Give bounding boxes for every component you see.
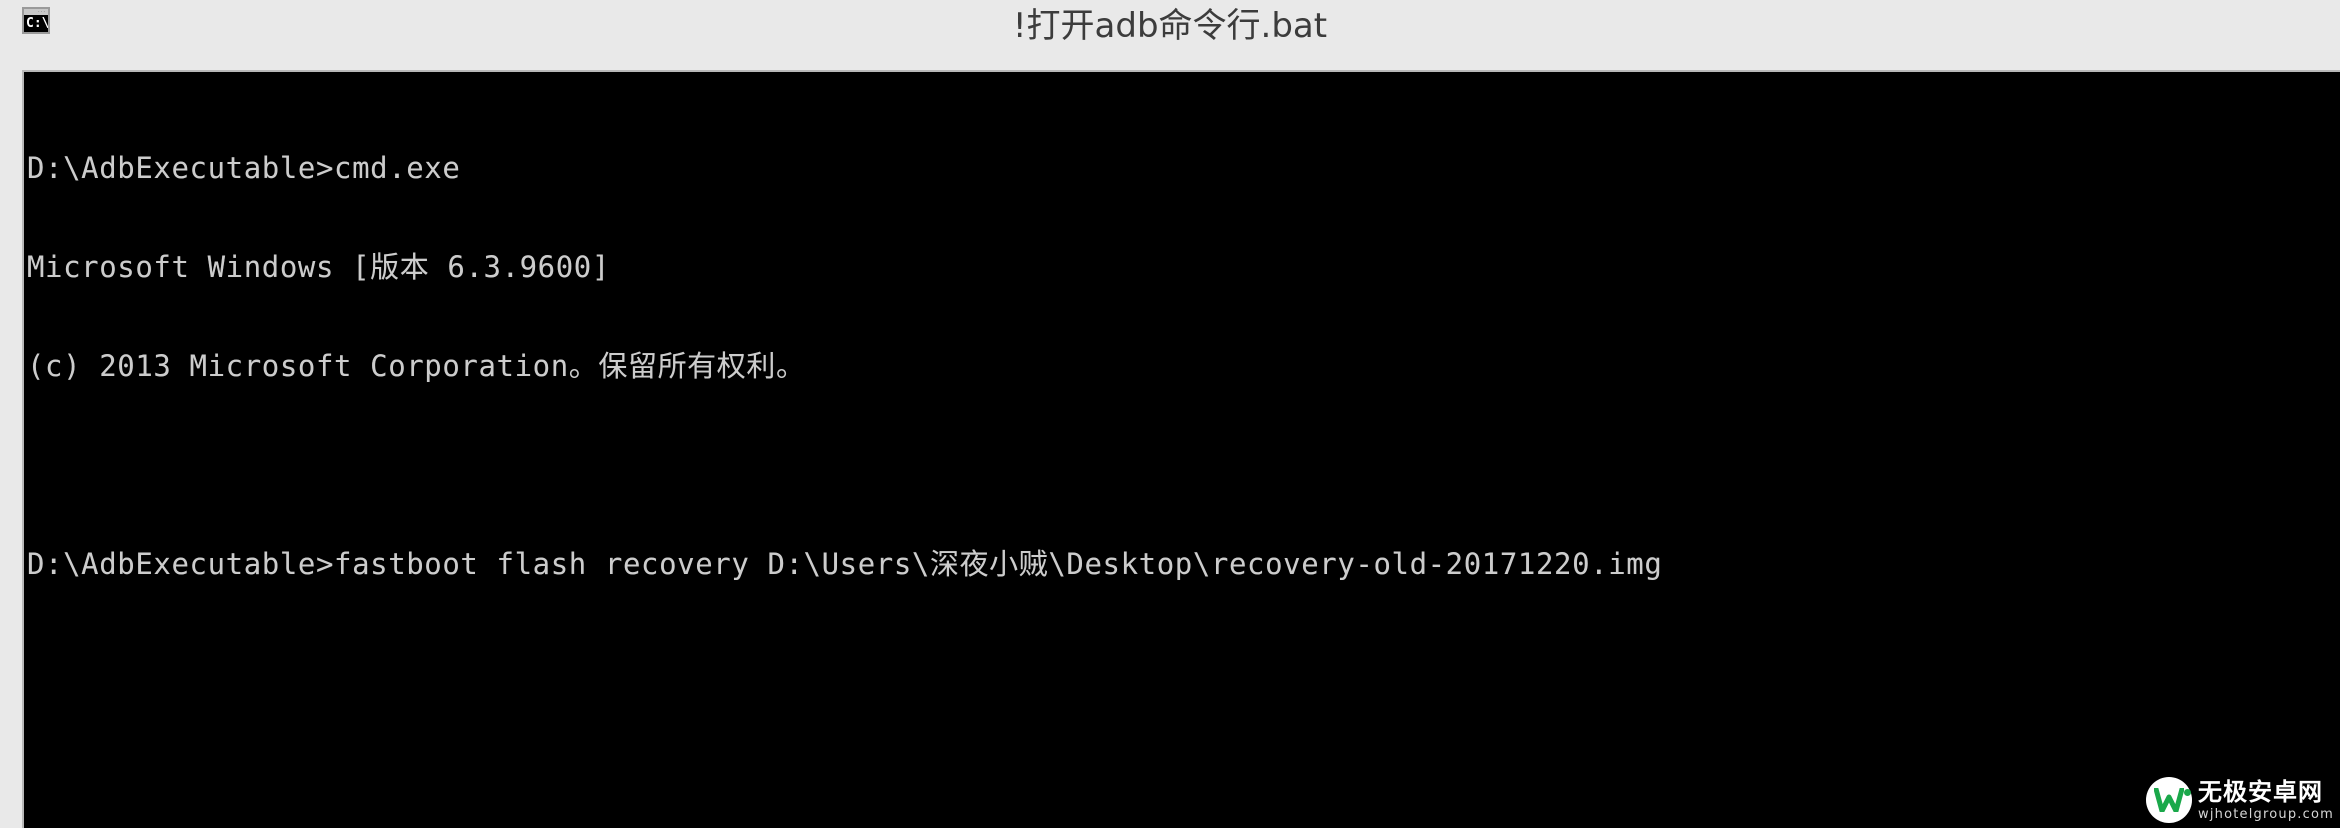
terminal-line: (c) 2013 Microsoft Corporation。保留所有权利。 — [27, 349, 806, 383]
watermark-logo-icon — [2146, 777, 2192, 823]
w-letter-icon — [2154, 788, 2184, 812]
terminal-line: D:\AdbExecutable>cmd.exe — [27, 151, 461, 185]
watermark-brand-name: 无极安卓网 — [2198, 777, 2323, 806]
terminal-line: Microsoft Windows [版本 6.3.9600] — [27, 250, 610, 284]
command-prompt-window: ··· C:\. !打开adb命令行.bat D:\AdbExecutable>… — [0, 0, 2340, 828]
window-title-bar[interactable]: ··· C:\. !打开adb命令行.bat — [0, 0, 2340, 72]
terminal-output: D:\AdbExecutable>cmd.exe Microsoft Windo… — [27, 86, 2337, 647]
watermark-text-block: 无极安卓网 wjhotelgroup.com — [2198, 780, 2334, 821]
site-watermark: 无极安卓网 wjhotelgroup.com — [2144, 776, 2340, 824]
watermark-dot-icon — [2184, 789, 2191, 796]
watermark-url: wjhotelgroup.com — [2198, 806, 2334, 822]
terminal-line: D:\AdbExecutable>fastboot flash recovery… — [27, 547, 1663, 581]
terminal-surface[interactable]: D:\AdbExecutable>cmd.exe Microsoft Windo… — [22, 70, 2340, 828]
window-title-text: !打开adb命令行.bat — [1012, 6, 1328, 46]
